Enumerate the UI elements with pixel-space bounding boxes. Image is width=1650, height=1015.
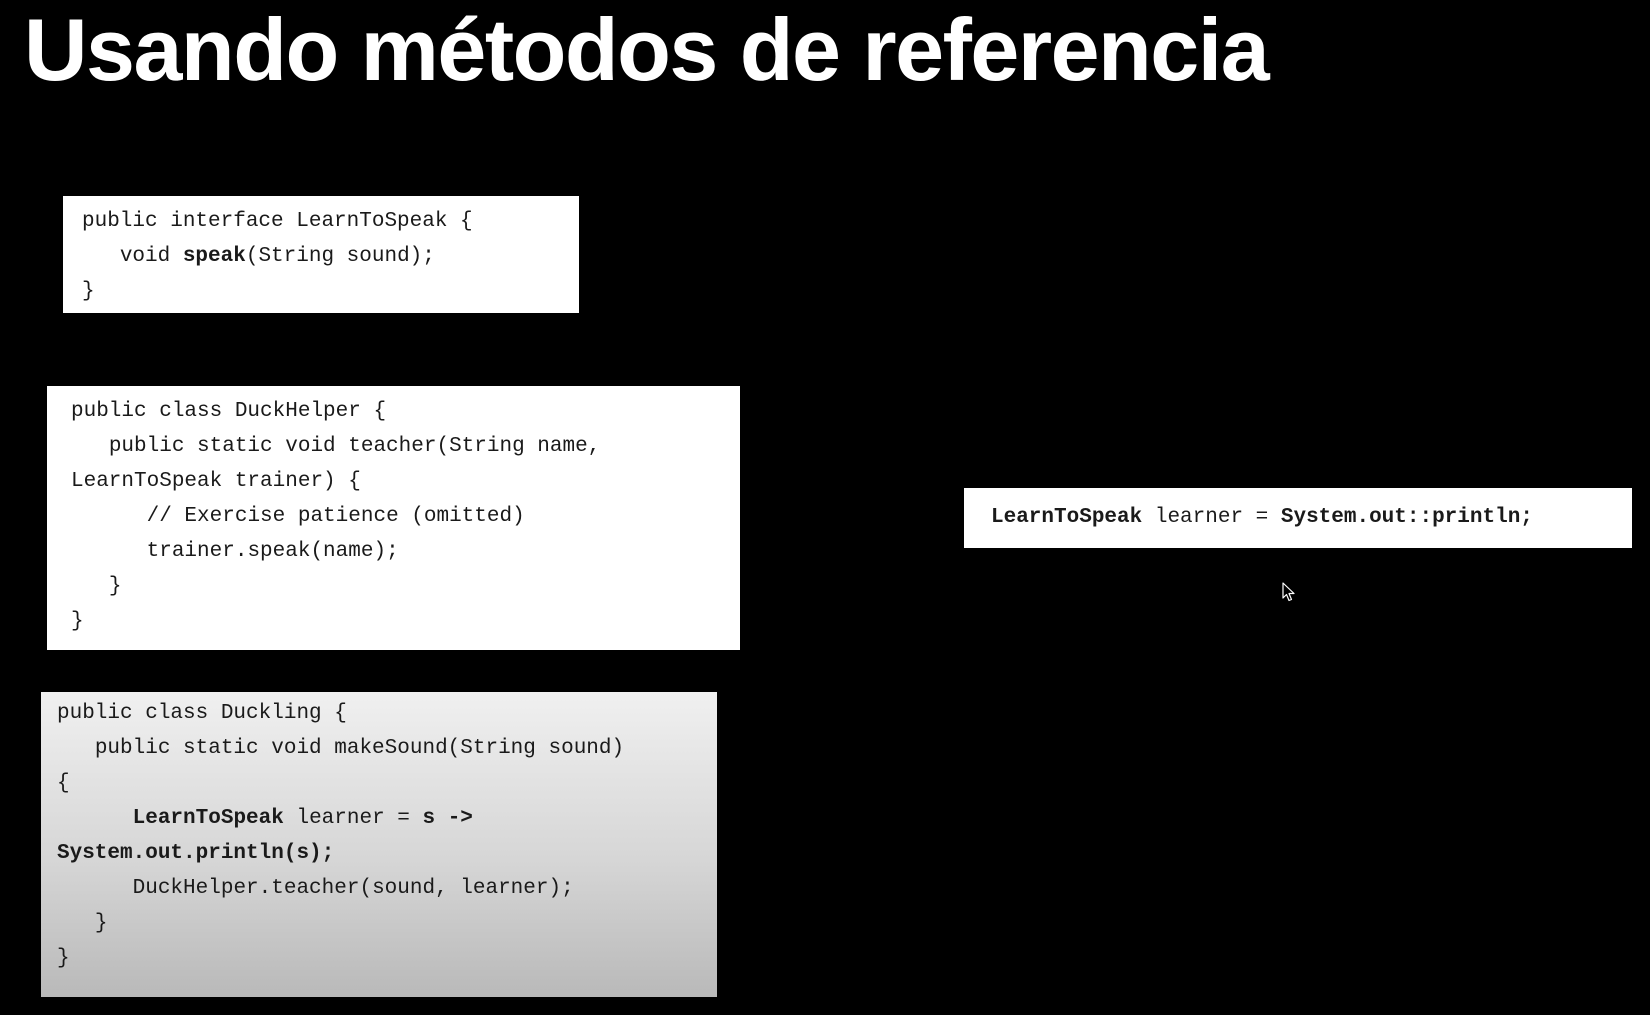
duckhelper-code-block: public class DuckHelper { public static … (47, 386, 740, 650)
code-token: } (57, 947, 70, 970)
code-line: public static void teacher(String name, (71, 429, 740, 464)
code-line: { (57, 766, 717, 801)
code-line: public interface LearnToSpeak { (82, 204, 579, 239)
code-token: public class DuckHelper { (71, 400, 387, 423)
code-token: // Exercise patience (omitted) (146, 505, 525, 528)
code-token-bold: LearnToSpeak (132, 807, 284, 830)
code-token-bold: System.out.println(s); (57, 842, 335, 865)
code-token: learner = (1142, 506, 1281, 529)
code-token: public static void makeSound(String soun… (94, 737, 625, 760)
slide-title: Usando métodos de referencia (24, 0, 1270, 99)
code-token: } (94, 912, 108, 935)
code-token-bold: LearnToSpeak (991, 506, 1143, 529)
code-line: LearnToSpeak trainer) { (71, 464, 740, 499)
code-token: } (71, 610, 84, 633)
code-token: } (108, 575, 122, 598)
code-token: } (82, 280, 95, 303)
code-line: } (71, 569, 740, 604)
code-token: (String sound); (245, 245, 435, 268)
code-token: { (57, 772, 70, 795)
code-token: DuckHelper.teacher(sound, learner); (132, 877, 574, 900)
code-line: public static void makeSound(String soun… (57, 731, 717, 766)
code-line: public class DuckHelper { (71, 394, 740, 429)
duckling-code-block: public class Duckling { public static vo… (41, 692, 717, 997)
code-line: LearnToSpeak learner = s -> (57, 801, 717, 836)
code-line: } (57, 906, 717, 941)
code-line: } (57, 941, 717, 976)
code-line: // Exercise patience (omitted) (71, 499, 740, 534)
code-line: } (82, 274, 579, 309)
code-token: void (119, 245, 183, 268)
mouse-pointer-icon (1282, 582, 1295, 602)
code-token: public static void teacher(String name, (108, 435, 601, 458)
code-token: public interface LearnToSpeak { (82, 210, 473, 233)
method-reference-code-block: LearnToSpeak learner = System.out::print… (964, 488, 1632, 548)
code-line: LearnToSpeak learner = System.out::print… (991, 500, 1632, 535)
code-token-bold: s -> (422, 807, 473, 830)
code-token: trainer.speak(name); (146, 540, 399, 563)
code-line: } (71, 604, 740, 639)
code-line: DuckHelper.teacher(sound, learner); (57, 871, 717, 906)
interface-code-block: public interface LearnToSpeak { void spe… (63, 196, 579, 313)
code-line: public class Duckling { (57, 696, 717, 731)
code-token: learner = (283, 807, 423, 830)
code-token-bold: System.out::println; (1280, 506, 1533, 529)
code-line: void speak(String sound); (82, 239, 579, 274)
code-line: trainer.speak(name); (71, 534, 740, 569)
code-token: public class Duckling { (57, 702, 347, 725)
code-line: System.out.println(s); (57, 836, 717, 871)
code-token: LearnToSpeak trainer) { (71, 470, 361, 493)
code-token-bold: speak (182, 245, 246, 268)
